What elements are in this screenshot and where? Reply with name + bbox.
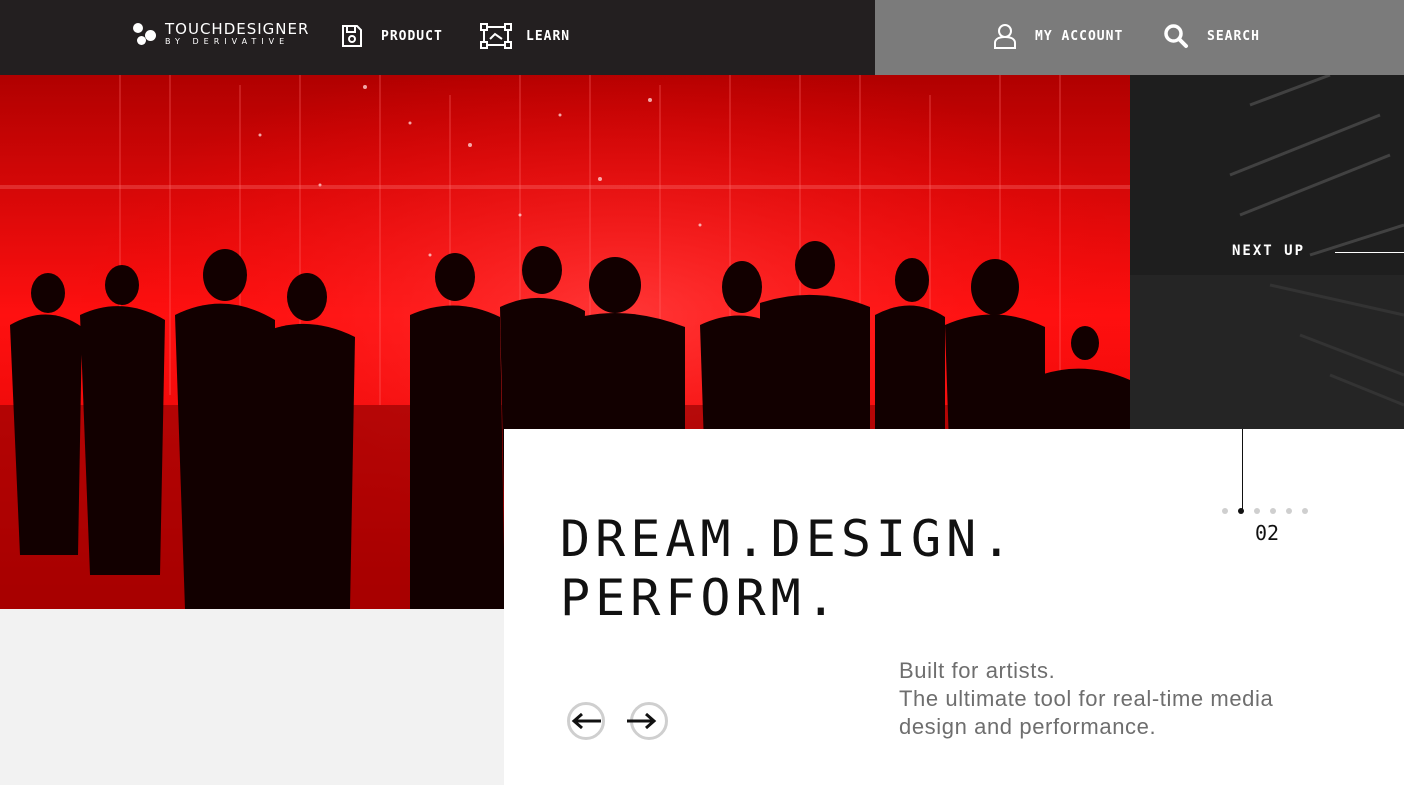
touchdesigner-logo[interactable]: TOUCHDESIGNER BY DERIVATIVE: [133, 20, 309, 48]
hero-headline: DREAM.DESIGN. PERFORM.: [560, 510, 1160, 628]
next-up-line: [1335, 252, 1404, 253]
subtext-line-1: Built for artists.: [899, 658, 1056, 683]
pager-connector-line: [1242, 429, 1243, 509]
subtext-line-3: design and performance.: [899, 714, 1157, 739]
nav-search[interactable]: SEARCH: [1163, 22, 1260, 50]
search-icon: [1164, 24, 1188, 48]
top-nav-right: [875, 0, 1404, 75]
headline-line-2: PERFORM.: [560, 569, 841, 627]
next-up-label: NEXT UP: [1232, 243, 1306, 259]
brand-subtitle: BY DERIVATIVE: [165, 37, 290, 46]
pager-dot[interactable]: [1254, 508, 1260, 514]
pager-dot[interactable]: [1286, 508, 1292, 514]
nav-product[interactable]: PRODUCT: [341, 22, 443, 50]
nav-my-account[interactable]: MY ACCOUNT: [993, 22, 1123, 50]
nav-product-label: PRODUCT: [381, 28, 443, 44]
logo-mark-icon: [133, 21, 157, 47]
brand-title: TOUCHDESIGNER: [165, 20, 310, 38]
floppy-disk-icon: [342, 25, 362, 47]
pager-dot[interactable]: [1302, 508, 1308, 514]
slide-pager-dots[interactable]: [1222, 508, 1308, 514]
logo-text: TOUCHDESIGNER BY DERIVATIVE: [165, 22, 309, 46]
user-icon: [994, 24, 1016, 49]
hero-subtext: Built for artists. The ultimate tool for…: [899, 657, 1359, 741]
pager-dot[interactable]: [1222, 508, 1228, 514]
nav-learn-label: LEARN: [526, 28, 571, 44]
arrow-right-icon: [627, 713, 657, 729]
next-slide-button[interactable]: [627, 702, 668, 740]
learn-frame-icon: [480, 23, 512, 49]
headline-line-1: DREAM.DESIGN.: [560, 510, 1017, 568]
pager-dot[interactable]: [1238, 508, 1244, 514]
subtext-line-2: The ultimate tool for real-time media: [899, 686, 1274, 711]
nav-learn[interactable]: LEARN: [480, 22, 570, 50]
nav-search-label: SEARCH: [1207, 28, 1260, 44]
arrow-left-icon: [571, 713, 601, 729]
page-number: 02: [1255, 521, 1280, 545]
pager-dot[interactable]: [1270, 508, 1276, 514]
prev-slide-button[interactable]: [567, 702, 605, 740]
nav-my-account-label: MY ACCOUNT: [1035, 28, 1124, 44]
